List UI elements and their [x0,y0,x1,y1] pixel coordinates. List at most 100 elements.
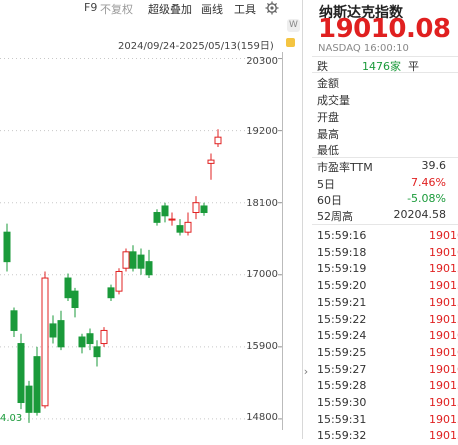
candle-body [176,225,184,233]
candle [129,245,137,272]
candle-body [71,290,79,309]
tick-price: 19015 [429,295,458,309]
candle [176,219,184,236]
candle-body [168,218,176,221]
candle [64,273,72,301]
tick-time: 15:59:18 [317,245,367,259]
candle-body [184,221,192,233]
candle [57,310,65,351]
tick-row: 15:59:28 19015 [317,379,458,395]
price-axis-label: 15900 [246,341,278,352]
candle [33,346,41,416]
tick-price: 19016 [429,245,458,259]
price-axis-label: 19200 [246,126,278,137]
candle [137,248,145,275]
tick-price: 19015 [429,312,458,326]
tick-time: 15:59:31 [317,412,367,426]
d5-value: 7.46% [411,176,446,189]
tick-price: 19016 [429,362,458,376]
kline-chart-pane[interactable]: F9 不复权 超级叠加 画线 工具 W 2024/09/24-2025/05/1… [0,0,303,439]
candle [145,249,153,279]
tick-row: 15:59:31 19015 [317,413,458,429]
candle [25,380,33,423]
candle [93,340,101,367]
tick-price: 19015 [429,412,458,426]
candle-body [49,323,57,338]
candle [71,287,79,318]
candle [207,153,215,180]
price-axis-label: 14800 [246,412,278,423]
candle [184,212,192,236]
candle-body [200,205,208,214]
w52-value: 20204.58 [393,208,447,221]
candle-body [192,202,200,214]
tick-row: 15:59:25 19016 [317,346,458,362]
candle-body [107,287,115,299]
tick-row: 15:59:32 19015 [317,429,458,445]
candle-body [33,356,41,413]
divider [312,224,458,225]
candle [78,333,86,354]
candle-body [100,329,108,345]
collapse-panel-icon[interactable]: › [301,360,311,384]
candle [17,333,25,410]
candle [100,327,108,347]
d60-value: -5.08% [407,192,446,205]
volume-label: 成交量 [317,94,350,107]
w52-label: 52周高 [317,210,353,223]
tick-time: 15:59:16 [317,229,367,242]
candle [10,307,18,337]
divider [312,56,458,57]
low-label: 最低 [317,144,339,157]
last-price: 19010.08 [318,14,451,44]
tick-price: 19015 [429,279,458,293]
tick-time: 15:59:30 [317,396,367,409]
tick-price: 19015 [429,262,458,276]
candle-body [64,277,72,299]
tick-row: 15:59:21 19015 [317,296,458,312]
pe-label: 市盈率TTM [317,161,373,174]
tick-time: 15:59:25 [317,345,367,359]
price-axis-label: 20300 [246,56,278,67]
candle-body [115,270,123,292]
tick-row: 15:59:19 19015 [317,262,458,278]
high-label: 最高 [317,128,339,141]
candle [200,202,208,216]
candle-body [153,212,161,223]
candle [214,129,222,147]
tick-price: 19016 [429,345,458,359]
candle [49,315,57,344]
tick-row: 15:59:27 19016 [317,363,458,379]
tick-time: 15:59:21 [317,295,367,309]
tick-row: 15:59:20 19015 [317,279,458,295]
candle [168,212,176,226]
divider [312,157,458,158]
tick-time: 15:59:20 [317,279,367,293]
tick-price: 19016 [429,229,458,242]
tick-row: 15:59:30 19015 [317,396,458,412]
candle-body [129,251,137,269]
candle-body [122,251,130,269]
quote-panel: 纳斯达克指数 19010.08 NASDAQ 16:00:10 跌 1476家 … [312,0,458,442]
tick-price: 19015 [429,379,458,393]
low-price-label: 4.03 [0,413,23,424]
d60-label: 60日 [317,194,342,207]
candle [122,248,130,272]
candle-body [25,385,33,413]
tick-time: 15:59:19 [317,262,367,276]
candle-body [161,205,169,217]
tick-row: 15:59:18 19016 [317,246,458,262]
candle [161,202,169,223]
candle-body [207,159,215,164]
divider [312,72,458,73]
candle-body [17,343,25,404]
candle [107,284,115,301]
candle-body [57,320,65,348]
tick-price: 19016 [429,329,458,343]
candle-body [137,254,145,269]
candle [192,196,200,220]
candle-body [86,333,94,345]
candle [3,223,11,272]
tick-price: 19015 [429,396,458,409]
candle-body [41,277,49,407]
